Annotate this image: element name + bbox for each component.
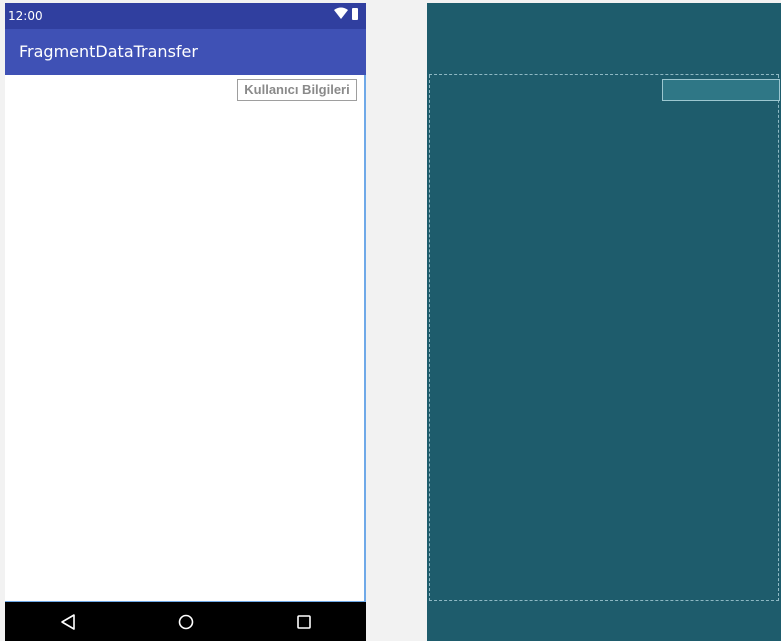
fragment-container[interactable]: Kullanıcı Bilgileri xyxy=(5,75,366,602)
blueprint-preview xyxy=(427,3,781,641)
wifi-icon xyxy=(334,7,348,19)
status-icons xyxy=(334,7,358,20)
battery-icon xyxy=(352,8,358,20)
blueprint-user-info-button[interactable] xyxy=(662,79,780,101)
status-time: 12:00 xyxy=(8,9,43,23)
back-icon[interactable] xyxy=(55,609,81,635)
recents-icon[interactable] xyxy=(291,609,317,635)
blueprint-fragment-container[interactable] xyxy=(429,75,780,601)
design-preview: 12:00 FragmentDataTransfer Kullanıcı Bil… xyxy=(5,3,366,641)
status-bar: 12:00 xyxy=(5,3,366,29)
app-bar: FragmentDataTransfer xyxy=(5,29,366,75)
user-info-button[interactable]: Kullanıcı Bilgileri xyxy=(237,79,357,101)
navigation-bar xyxy=(5,602,366,641)
home-icon[interactable] xyxy=(173,609,199,635)
app-title: FragmentDataTransfer xyxy=(19,42,198,61)
